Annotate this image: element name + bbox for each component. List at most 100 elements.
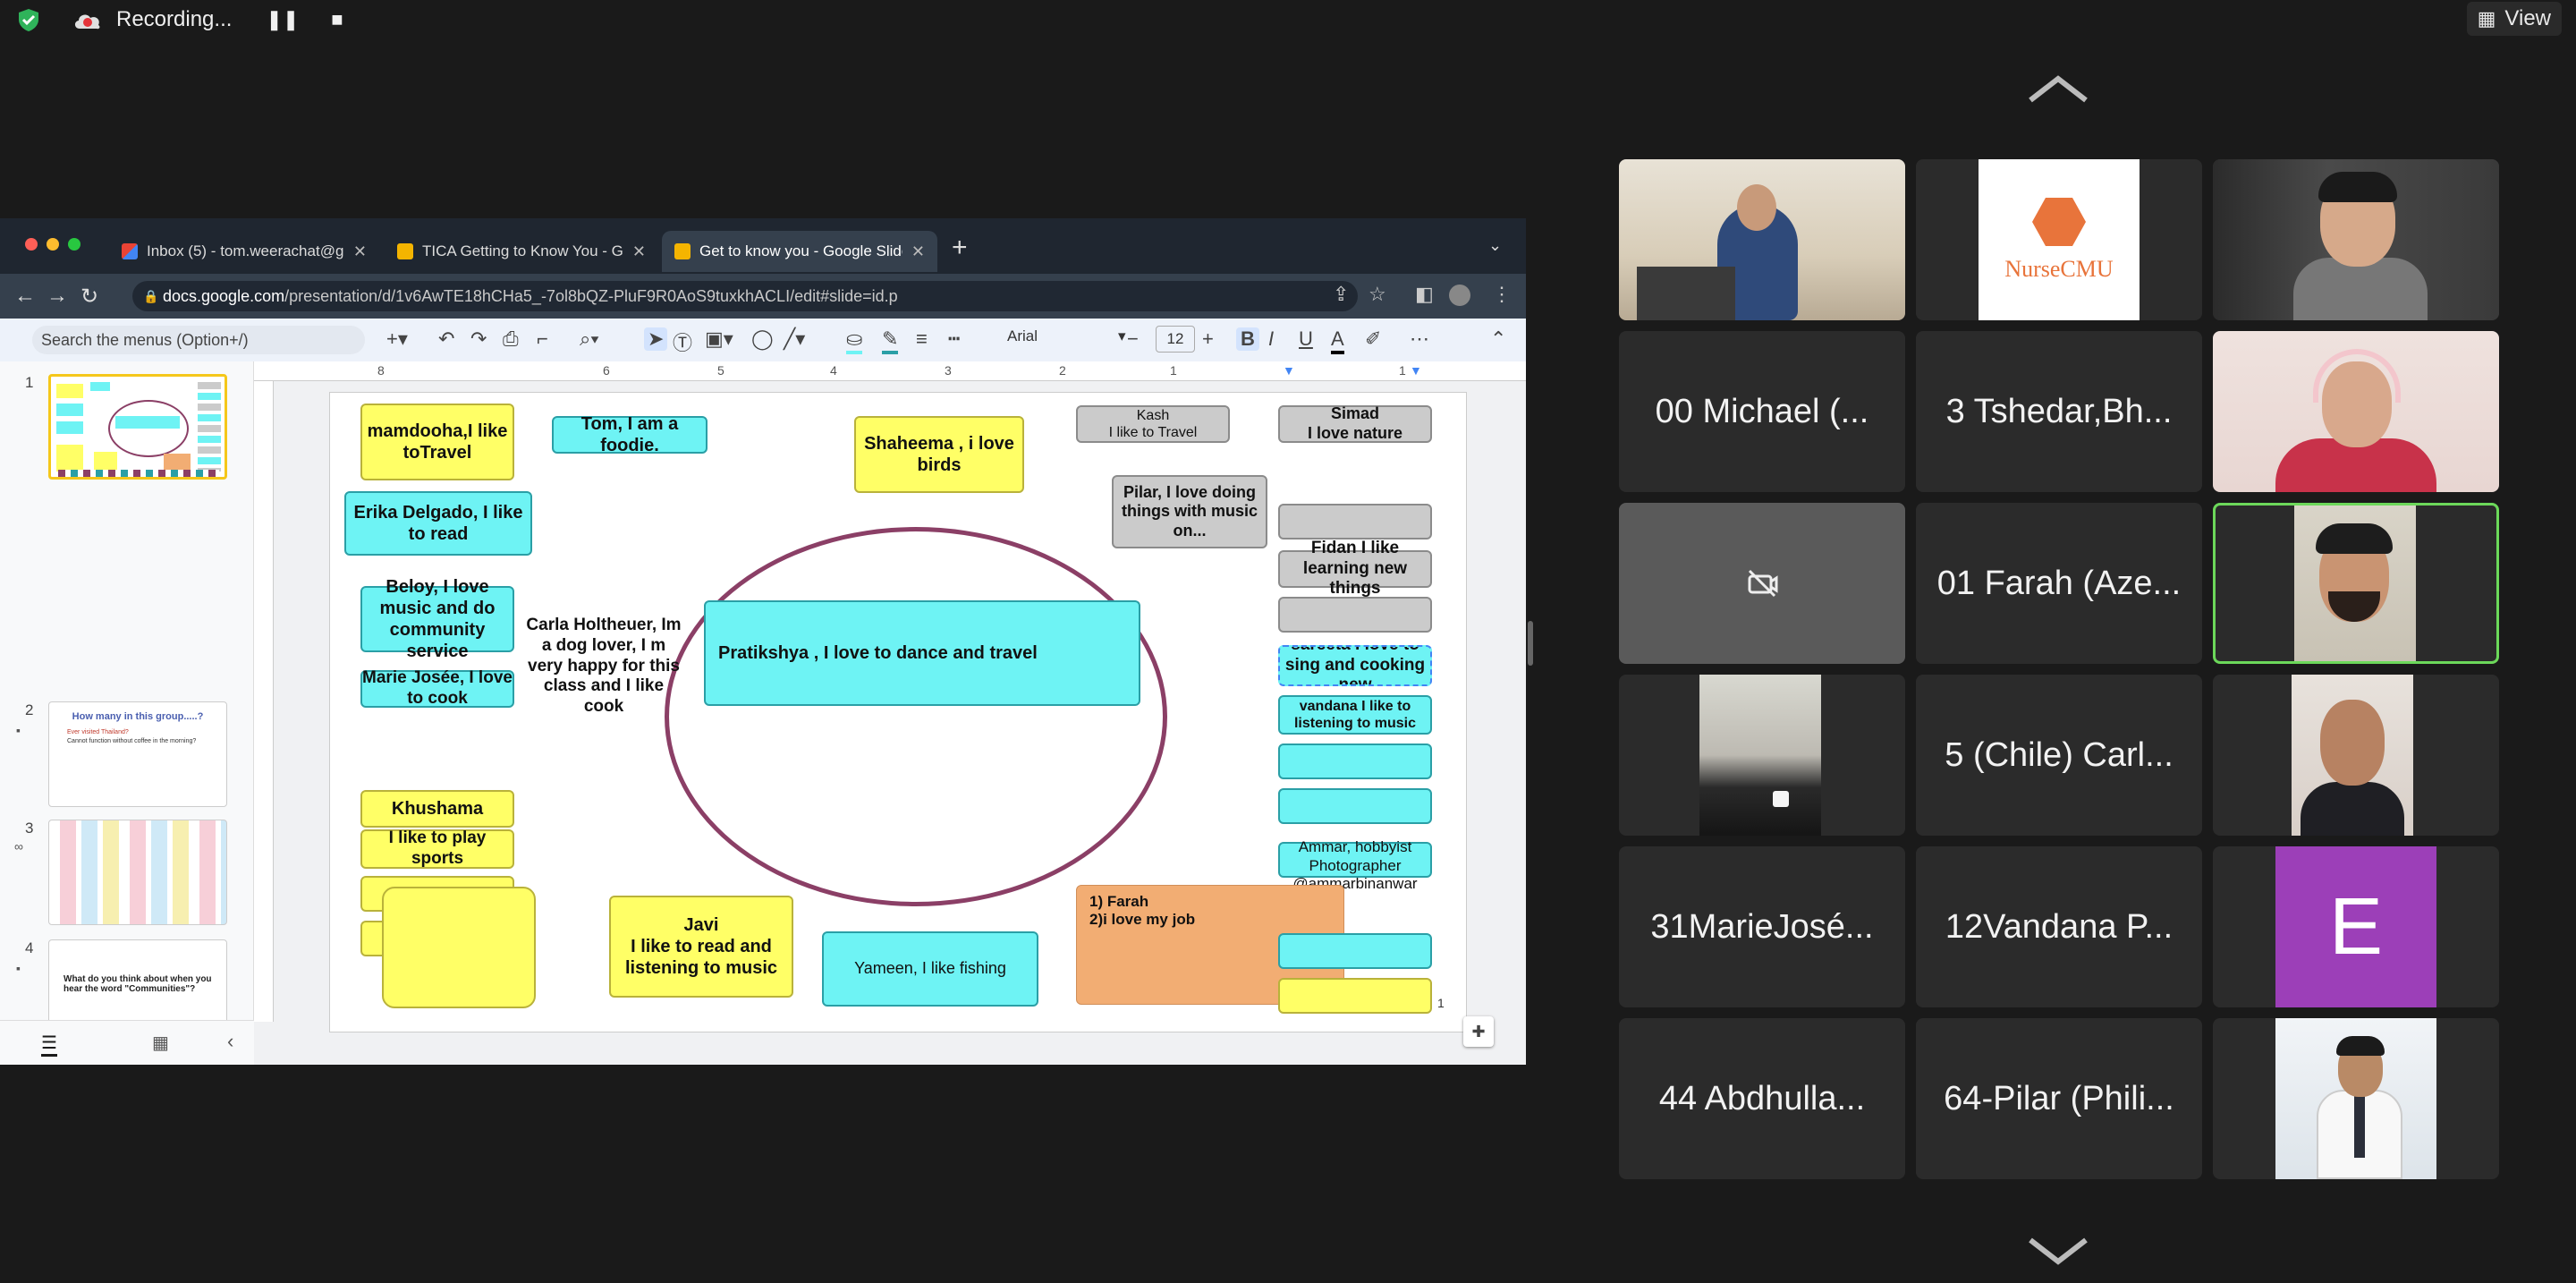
increase-font-icon[interactable]: + (1202, 327, 1214, 351)
sticky-yellow-large[interactable] (382, 887, 536, 1008)
participant-tile[interactable] (2213, 1018, 2499, 1179)
select-cursor-icon[interactable]: ➤ (644, 327, 668, 351)
close-tab-icon[interactable]: ✕ (632, 242, 646, 261)
new-tab-icon[interactable]: + (952, 233, 968, 263)
forward-arrow-icon[interactable]: → (41, 284, 73, 309)
participant-tile[interactable] (2213, 331, 2499, 492)
participant-tile[interactable] (2213, 159, 2499, 320)
sticky-sareeta[interactable]: sareeta I love to sing and cooking new (1278, 645, 1432, 686)
pause-recording-icon[interactable]: ❚❚ (266, 8, 299, 31)
sticky-sports[interactable]: I like to play sports (360, 828, 514, 869)
participant-tile[interactable]: 31MarieJosé... (1619, 846, 1905, 1007)
comment-icon[interactable]: ▪ (16, 961, 21, 975)
underline-icon[interactable]: U (1299, 327, 1313, 351)
tab-search-chevron-icon[interactable]: ⌄ (1488, 236, 1502, 255)
sticky-cyan-empty[interactable] (1278, 933, 1432, 969)
undo-icon[interactable]: ↶ (438, 327, 454, 351)
sticky-khushama[interactable]: Khushama (360, 790, 514, 828)
line-icon[interactable]: ╱▾ (784, 327, 805, 351)
font-size-input[interactable]: 12 (1156, 326, 1195, 353)
browser-tab-tica[interactable]: TICA Getting to Know You - Go ✕ (385, 231, 658, 272)
sticky-shaheema[interactable]: Shaheema , i love birds (854, 416, 1024, 493)
participant-tile[interactable] (1619, 675, 1905, 836)
participant-tile[interactable] (2213, 675, 2499, 836)
browser-tab-get-to-know-you[interactable]: Get to know you - Google Slide ✕ (662, 231, 937, 272)
collapse-toolbar-icon[interactable]: ⌃ (1490, 327, 1506, 351)
indent-marker-icon[interactable]: ▼ (1283, 363, 1295, 378)
security-shield-icon[interactable] (16, 7, 41, 32)
list-view-icon[interactable]: ☰ (41, 1032, 57, 1057)
chevron-down-icon[interactable] (2027, 1235, 2089, 1267)
participant-tile[interactable]: 3 Tshedar,Bh... (1916, 331, 2202, 492)
maximize-window-icon[interactable] (68, 238, 80, 251)
window-resize-handle[interactable] (1528, 621, 1533, 666)
sticky-yellow-empty[interactable] (1278, 978, 1432, 1014)
decrease-font-icon[interactable]: − (1127, 327, 1139, 351)
close-tab-icon[interactable]: ✕ (353, 242, 367, 261)
view-button[interactable]: ▦ View (2466, 2, 2562, 36)
sticky-cyan-empty[interactable] (1278, 743, 1432, 779)
border-weight-icon[interactable]: ≡ (916, 327, 928, 351)
url-field[interactable]: 🔒 docs.google.com/presentation/d/1v6AwTE… (132, 281, 1358, 311)
participant-tile[interactable]: E (2213, 846, 2499, 1007)
back-arrow-icon[interactable]: ← (9, 284, 41, 309)
participant-tile[interactable]: 5 (Chile) Carl... (1916, 675, 2202, 836)
sticky-gray-empty[interactable] (1278, 504, 1432, 540)
participant-tile[interactable]: 12Vandana P... (1916, 846, 2202, 1007)
slide-thumbnail-3[interactable] (48, 820, 227, 925)
chevron-up-icon[interactable] (2027, 73, 2089, 106)
shape-icon[interactable]: ◯ (751, 327, 774, 351)
highlight-icon[interactable]: ✐ (1365, 327, 1381, 351)
close-window-icon[interactable] (25, 238, 38, 251)
sticky-yameen[interactable]: Yameen, I like fishing (822, 931, 1038, 1007)
participant-tile-active-speaker[interactable] (2213, 503, 2499, 664)
sticky-carla[interactable]: Carla Holtheuer, Im a dog lover, I m ver… (525, 577, 682, 756)
menu-search-input[interactable]: Search the menus (Option+/) (32, 326, 365, 354)
sticky-mamdooha[interactable]: mamdooha,I like toTravel (360, 404, 514, 480)
participant-tile[interactable]: 00 Michael (... (1619, 331, 1905, 492)
more-tools-icon[interactable]: ⋯ (1410, 327, 1429, 351)
link-icon[interactable]: ∞ (14, 839, 23, 854)
indent-marker-icon[interactable]: ▼ (1410, 363, 1422, 378)
bookmark-star-icon[interactable]: ☆ (1368, 283, 1386, 306)
explore-icon[interactable]: ✚ (1463, 1016, 1494, 1047)
sticky-cyan-empty[interactable] (1278, 788, 1432, 824)
sticky-tom[interactable]: Tom, I am a foodie. (552, 414, 708, 455)
redo-icon[interactable]: ↷ (470, 327, 487, 351)
sidebar-icon[interactable]: ◧ (1415, 283, 1434, 306)
bold-icon[interactable]: B (1236, 327, 1259, 351)
sticky-pilar[interactable]: Pilar, I love doing things with music on… (1112, 475, 1267, 548)
browser-tab-inbox[interactable]: Inbox (5) - tom.weerachat@gm ✕ (109, 231, 379, 272)
print-icon[interactable]: ⎙ (503, 327, 519, 351)
sticky-fidan[interactable]: Fidan I like learning new things (1278, 539, 1432, 598)
participant-tile[interactable] (1619, 503, 1905, 664)
italic-icon[interactable]: I (1268, 327, 1274, 351)
more-menu-icon[interactable]: ⋮ (1492, 283, 1512, 306)
sticky-javi[interactable]: Javi I like to read and listening to mus… (609, 896, 793, 998)
border-dash-icon[interactable]: ┅ (948, 327, 960, 351)
text-box-icon[interactable]: Ⓣ (673, 327, 692, 356)
slide-1[interactable]: mamdooha,I like toTravel Tom, I am a foo… (329, 392, 1467, 1032)
border-color-icon[interactable]: ✎ (882, 327, 899, 354)
grid-view-icon[interactable]: ▦ (152, 1032, 169, 1054)
profile-avatar-icon[interactable] (1449, 285, 1470, 306)
sticky-erika[interactable]: Erika Delgado, I like to read (344, 491, 532, 556)
sticky-gray-empty[interactable] (1278, 597, 1432, 633)
comment-icon[interactable]: ▪ (16, 723, 21, 737)
sticky-simad[interactable]: Simad I love nature (1278, 404, 1432, 443)
collapse-filmstrip-icon[interactable]: ‹ (227, 1030, 233, 1053)
slide-thumbnail-1[interactable] (48, 374, 227, 480)
minimize-window-icon[interactable] (47, 238, 59, 251)
slide-thumbnail-2[interactable]: How many in this group.....? Ever visite… (48, 701, 227, 807)
sticky-beloy[interactable]: Beloy, I love music and do community ser… (360, 577, 514, 661)
sticky-kash[interactable]: Kash I like to Travel (1076, 405, 1230, 443)
font-select[interactable]: Arial ▾ (1007, 327, 1126, 345)
sticky-pratikshya[interactable]: Pratikshya , I love to dance and travel (704, 600, 1140, 706)
zoom-icon[interactable]: ⌕▾ (580, 327, 599, 351)
sticky-vandana[interactable]: vandana I like to listening to music (1278, 695, 1432, 735)
stop-recording-icon[interactable]: ■ (331, 8, 343, 31)
center-ellipse[interactable] (665, 527, 1167, 906)
text-color-icon[interactable]: A (1331, 327, 1344, 354)
paint-format-icon[interactable]: ⌐ (537, 327, 548, 351)
image-icon[interactable]: ▣▾ (705, 327, 733, 351)
